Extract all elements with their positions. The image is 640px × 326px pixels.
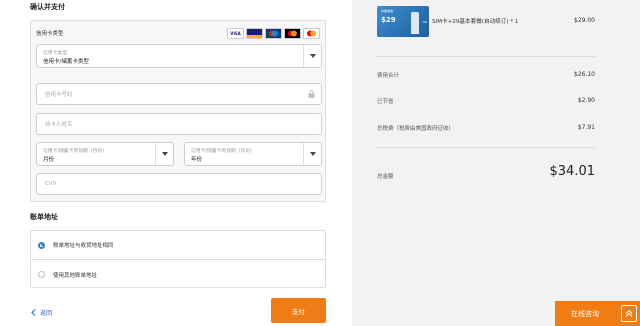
mastercard-logo-alt — [303, 28, 320, 39]
chevron-down-icon — [155, 143, 173, 165]
total-label: 总金额 — [377, 174, 394, 180]
maestro-logo — [265, 28, 282, 39]
expiry-year-label: 信用卡/储蓄卡有效期（年份） — [191, 149, 255, 154]
tax-value: $7.91 — [577, 124, 595, 131]
chevron-down-icon — [303, 143, 321, 165]
online-chat-button[interactable]: 在线咨询 — [555, 301, 640, 326]
expiry-year-select[interactable]: 信用卡/储蓄卡有效期（年份） 年份 — [184, 142, 322, 166]
card-type-select[interactable]: 信用卡类型 信用卡/储蓄卡类型 — [36, 44, 322, 68]
product-name: SIM卡+29基本套餐(自动续订) * 1 — [432, 19, 519, 25]
billing-option-label: 账单地址与收货地址相同 — [53, 243, 114, 249]
order-summary-panel — [352, 0, 640, 326]
radio-unselected-icon[interactable] — [38, 271, 45, 278]
lock-icon — [308, 90, 315, 98]
online-chat-label: 在线咨询 — [571, 310, 599, 318]
product-image-price: $29 — [381, 16, 396, 24]
cardholder-name-input[interactable]: 持卡人姓名 — [36, 113, 322, 135]
card-type-select-value: 信用卡/储蓄卡类型 — [43, 59, 89, 65]
billing-option-other[interactable]: 使用其他账单地址 — [31, 260, 325, 289]
saved-label: 已节省 — [377, 99, 394, 105]
payment-section-title: 确认并支付 — [30, 3, 65, 11]
billing-option-same[interactable]: 账单地址与收货地址相同 — [31, 231, 325, 260]
summary-divider — [376, 56, 595, 57]
payment-panel: 确认并支付 信用卡类型 VISA 信用卡类型 信用卡/储蓄卡类型 信用卡号码 持… — [0, 0, 352, 326]
chevron-left-icon — [31, 309, 36, 316]
billing-option-label: 使用其他账单地址 — [53, 272, 98, 279]
product-image-tag: 4G — [422, 20, 427, 24]
card-number-input[interactable]: 信用卡号码 — [36, 83, 322, 105]
product-image: 中国电信 $29 4G — [377, 6, 429, 37]
subtotal-value: $26.10 — [574, 71, 595, 78]
cardholder-placeholder: 持卡人姓名 — [45, 122, 73, 128]
card-logos: VISA — [227, 28, 320, 39]
card-type-label: 信用卡类型 — [36, 31, 64, 37]
saved-value: $2.90 — [577, 97, 595, 104]
carrier-logo: 中国电信 — [381, 9, 394, 13]
card-form: 信用卡类型 VISA 信用卡类型 信用卡/储蓄卡类型 信用卡号码 持卡人姓名 信… — [30, 20, 326, 202]
expiry-year-value: 年份 — [191, 157, 203, 163]
double-chevron-up-icon — [621, 305, 637, 322]
billing-address-options: 账单地址与收货地址相同 使用其他账单地址 — [30, 230, 326, 288]
tax-label: 总税费（税费由美国政府征收） — [377, 126, 455, 132]
back-link[interactable]: 返回 — [31, 308, 52, 317]
visa-logo: VISA — [227, 28, 244, 39]
card-number-placeholder: 信用卡号码 — [45, 92, 73, 98]
pay-button[interactable]: 支付 — [271, 298, 326, 323]
cvv-input[interactable]: CVV — [36, 173, 322, 195]
mastercard-logo — [284, 28, 301, 39]
subtotal-label: 费用合计 — [377, 73, 400, 79]
back-label: 返回 — [40, 310, 53, 317]
radio-selected-icon[interactable] — [38, 241, 45, 249]
chevron-down-icon — [303, 45, 321, 67]
expiry-month-select[interactable]: 信用卡/储蓄卡有效期（月份） 月份 — [36, 142, 174, 166]
expiry-month-value: 月份 — [43, 157, 55, 163]
billing-section-title: 账单地址 — [30, 213, 58, 221]
expiry-month-label: 信用卡/储蓄卡有效期（月份） — [43, 149, 107, 154]
total-value: $34.01 — [549, 164, 596, 179]
statue-graphic — [411, 12, 419, 34]
cvv-placeholder: CVV — [45, 181, 57, 187]
card-type-select-label: 信用卡类型 — [43, 51, 67, 56]
total-divider — [376, 147, 595, 148]
visa-electron-logo — [246, 28, 263, 39]
product-price: $29.00 — [574, 17, 595, 24]
